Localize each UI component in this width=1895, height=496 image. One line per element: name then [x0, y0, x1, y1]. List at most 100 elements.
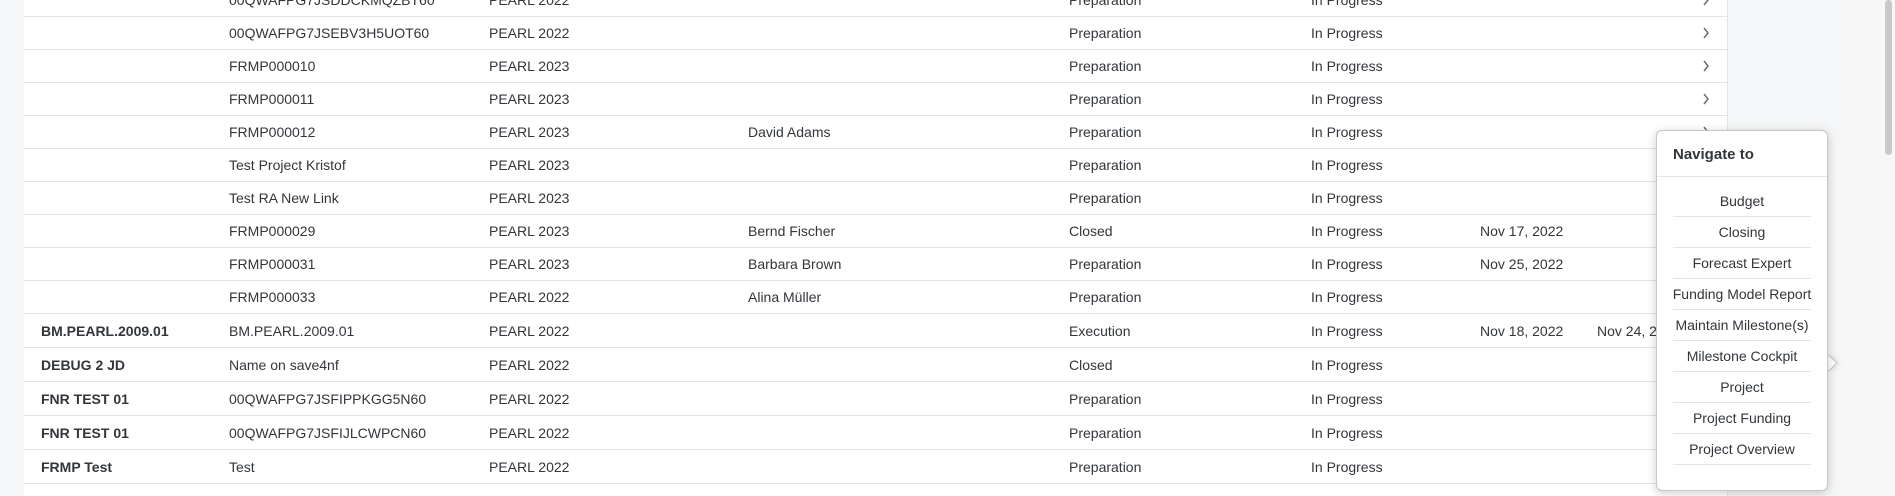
menu-item-milestone-cockpit[interactable]: Milestone Cockpit: [1673, 341, 1811, 372]
table-row[interactable]: 00QWAFPG7JSDDCKMQZBT60 PEARL 2022 Preparat…: [24, 0, 1727, 17]
status-cell: In Progress: [1311, 124, 1383, 140]
release-cell: PEARL 2022: [489, 289, 570, 305]
release-cell: PEARL 2022: [489, 322, 570, 339]
project-id-cell: FRMP000029: [229, 223, 316, 239]
release-cell: PEARL 2022: [489, 356, 570, 373]
release-cell: PEARL 2022: [489, 390, 570, 407]
table-row[interactable]: FRMP000031 PEARL 2023 Barbara Brown Prepara…: [24, 248, 1727, 281]
release-cell: PEARL 2022: [489, 424, 570, 441]
release-cell: PEARL 2023: [489, 223, 570, 239]
phase-cell: Preparation: [1069, 25, 1142, 41]
phase-cell: Closed: [1069, 356, 1113, 373]
status-cell: In Progress: [1311, 458, 1383, 475]
project-id-cell: FRMP000010: [229, 58, 316, 74]
project-id-cell: BM.PEARL.2009.01: [229, 322, 355, 339]
status-cell: In Progress: [1311, 256, 1383, 272]
release-cell: PEARL 2023: [489, 91, 570, 107]
project-id-cell: Test: [229, 458, 255, 475]
menu-item-funding-model-report[interactable]: Funding Model Report: [1673, 279, 1811, 310]
release-cell: PEARL 2023: [489, 256, 570, 272]
project-id-cell: Test RA New Link: [229, 190, 339, 206]
project-id-cell: 00QWAFPG7JSFIPPKGG5N60: [229, 390, 427, 407]
project-id-cell: FRMP000033: [229, 289, 316, 305]
group-cell: FRMP Test: [41, 458, 113, 475]
phase-cell: Preparation: [1069, 0, 1142, 8]
phase-cell: Preparation: [1069, 58, 1142, 74]
table-row[interactable]: FRMP000012 PEARL 2023 David Adams Preparati…: [24, 116, 1727, 149]
start-date-cell: Nov 17, 2022: [1480, 223, 1564, 239]
project-id-cell: FRMP000012: [229, 124, 316, 140]
table-row[interactable]: 00QWAFPG7JSEBV3H5UOT60 PEARL 2022 Preparat…: [24, 17, 1727, 50]
group-cell: FNR TEST 01: [41, 390, 129, 407]
menu-item-project[interactable]: Project: [1673, 372, 1811, 403]
start-date-cell: Nov 25, 2022: [1480, 256, 1564, 272]
phase-cell: Preparation: [1069, 124, 1142, 140]
table-row[interactable]: Test Project Kristof PEARL 2023 Preparatio…: [24, 149, 1727, 182]
release-cell: PEARL 2023: [489, 58, 570, 74]
end-date-cell: [1597, 17, 1675, 49]
group-cell: FNR TEST 01: [41, 424, 129, 441]
phase-cell: Preparation: [1069, 190, 1142, 206]
status-cell: In Progress: [1311, 25, 1383, 41]
navigation-menu: Budget Closing Forecast Expert Funding M…: [1673, 186, 1811, 465]
table-row[interactable]: Test RA New Link PEARL 2023 Preparation In …: [24, 182, 1727, 215]
phase-cell: Preparation: [1069, 256, 1142, 272]
project-id-cell: Test Project Kristof: [229, 157, 346, 173]
status-cell: In Progress: [1311, 190, 1383, 206]
project-id-cell: FRMP000031: [229, 256, 316, 272]
table-row[interactable]: FNR TEST 01 00QWAFPG7JSFIJLCWPCN60 PEARL 2…: [24, 416, 1727, 450]
release-cell: PEARL 2023: [489, 157, 570, 173]
menu-item-maintain-milestones[interactable]: Maintain Milestone(s): [1673, 310, 1811, 341]
chevron-right-icon[interactable]: [1699, 0, 1713, 16]
menu-item-budget[interactable]: Budget: [1673, 186, 1811, 217]
phase-cell: Execution: [1069, 322, 1131, 339]
phase-cell: Preparation: [1069, 289, 1142, 305]
group-cell: DEBUG 2 JD: [41, 356, 126, 373]
responsible-cell: David Adams: [748, 124, 831, 140]
vertical-scrollbar-thumb[interactable]: [1885, 0, 1892, 155]
status-cell: In Progress: [1311, 91, 1383, 107]
chevron-right-icon[interactable]: [1699, 17, 1713, 49]
table-row[interactable]: FRMP000011 PEARL 2023 Preparation In Progre…: [24, 83, 1727, 116]
phase-cell: Preparation: [1069, 424, 1142, 441]
status-cell: In Progress: [1311, 424, 1383, 441]
menu-item-forecast-expert[interactable]: Forecast Expert: [1673, 248, 1811, 279]
status-cell: In Progress: [1311, 322, 1383, 339]
phase-cell: Preparation: [1069, 458, 1142, 475]
status-cell: In Progress: [1311, 223, 1383, 239]
phase-cell: Preparation: [1069, 390, 1142, 407]
table-row[interactable]: FRMP Test Test PEARL 2022 Preparation In Pro…: [24, 450, 1727, 484]
project-id-cell: 00QWAFPG7JSEBV3H5UOT60: [229, 25, 430, 41]
projects-table: 00QWAFPG7JSDDCKMQZBT60 PEARL 2022 Preparat…: [24, 0, 1728, 496]
menu-item-project-overview[interactable]: Project Overview: [1673, 434, 1811, 465]
release-cell: PEARL 2022: [489, 25, 570, 41]
phase-cell: Preparation: [1069, 91, 1142, 107]
end-date-cell: [1597, 50, 1675, 82]
phase-cell: Preparation: [1069, 157, 1142, 173]
status-cell: In Progress: [1311, 157, 1383, 173]
end-date-cell: [1597, 83, 1675, 115]
table-row[interactable]: FNR TEST 01 00QWAFPG7JSFIPPKGG5N60 PEARL 2…: [24, 382, 1727, 416]
table-row[interactable]: FRMP000033 PEARL 2022 Alina Müller Preparat…: [24, 281, 1727, 314]
table-row[interactable]: FRMP000029 PEARL 2023 Bernd Fischer Closed I…: [24, 215, 1727, 248]
chevron-right-icon[interactable]: [1699, 83, 1713, 115]
release-cell: PEARL 2022: [489, 458, 570, 475]
status-cell: In Progress: [1311, 0, 1383, 8]
menu-item-closing[interactable]: Closing: [1673, 217, 1811, 248]
project-id-cell: FRMP000011: [229, 91, 315, 107]
table-row[interactable]: DEBUG 2 JD Name on save4nf PEARL 2022 Close…: [24, 348, 1727, 382]
menu-item-project-funding[interactable]: Project Funding: [1673, 403, 1811, 434]
group-cell: BM.PEARL.2009.01: [41, 322, 169, 339]
popover-divider: [1657, 176, 1827, 177]
table-row[interactable]: FRMP000010 PEARL 2023 Preparation In Progre…: [24, 50, 1727, 83]
project-id-cell: Name on save4nf: [229, 356, 339, 373]
project-id-cell: 00QWAFPG7JSFIJLCWPCN60: [229, 424, 427, 441]
chevron-right-icon[interactable]: [1699, 50, 1713, 82]
responsible-cell: Barbara Brown: [748, 256, 842, 272]
start-date-cell: Nov 18, 2022: [1480, 322, 1564, 339]
release-cell: PEARL 2022: [489, 0, 570, 8]
table-row[interactable]: BM.PEARL.2009.01 BM.PEARL.2009.01 PEARL 20…: [24, 314, 1727, 348]
release-cell: PEARL 2023: [489, 190, 570, 206]
status-cell: In Progress: [1311, 58, 1383, 74]
status-cell: In Progress: [1311, 289, 1383, 305]
